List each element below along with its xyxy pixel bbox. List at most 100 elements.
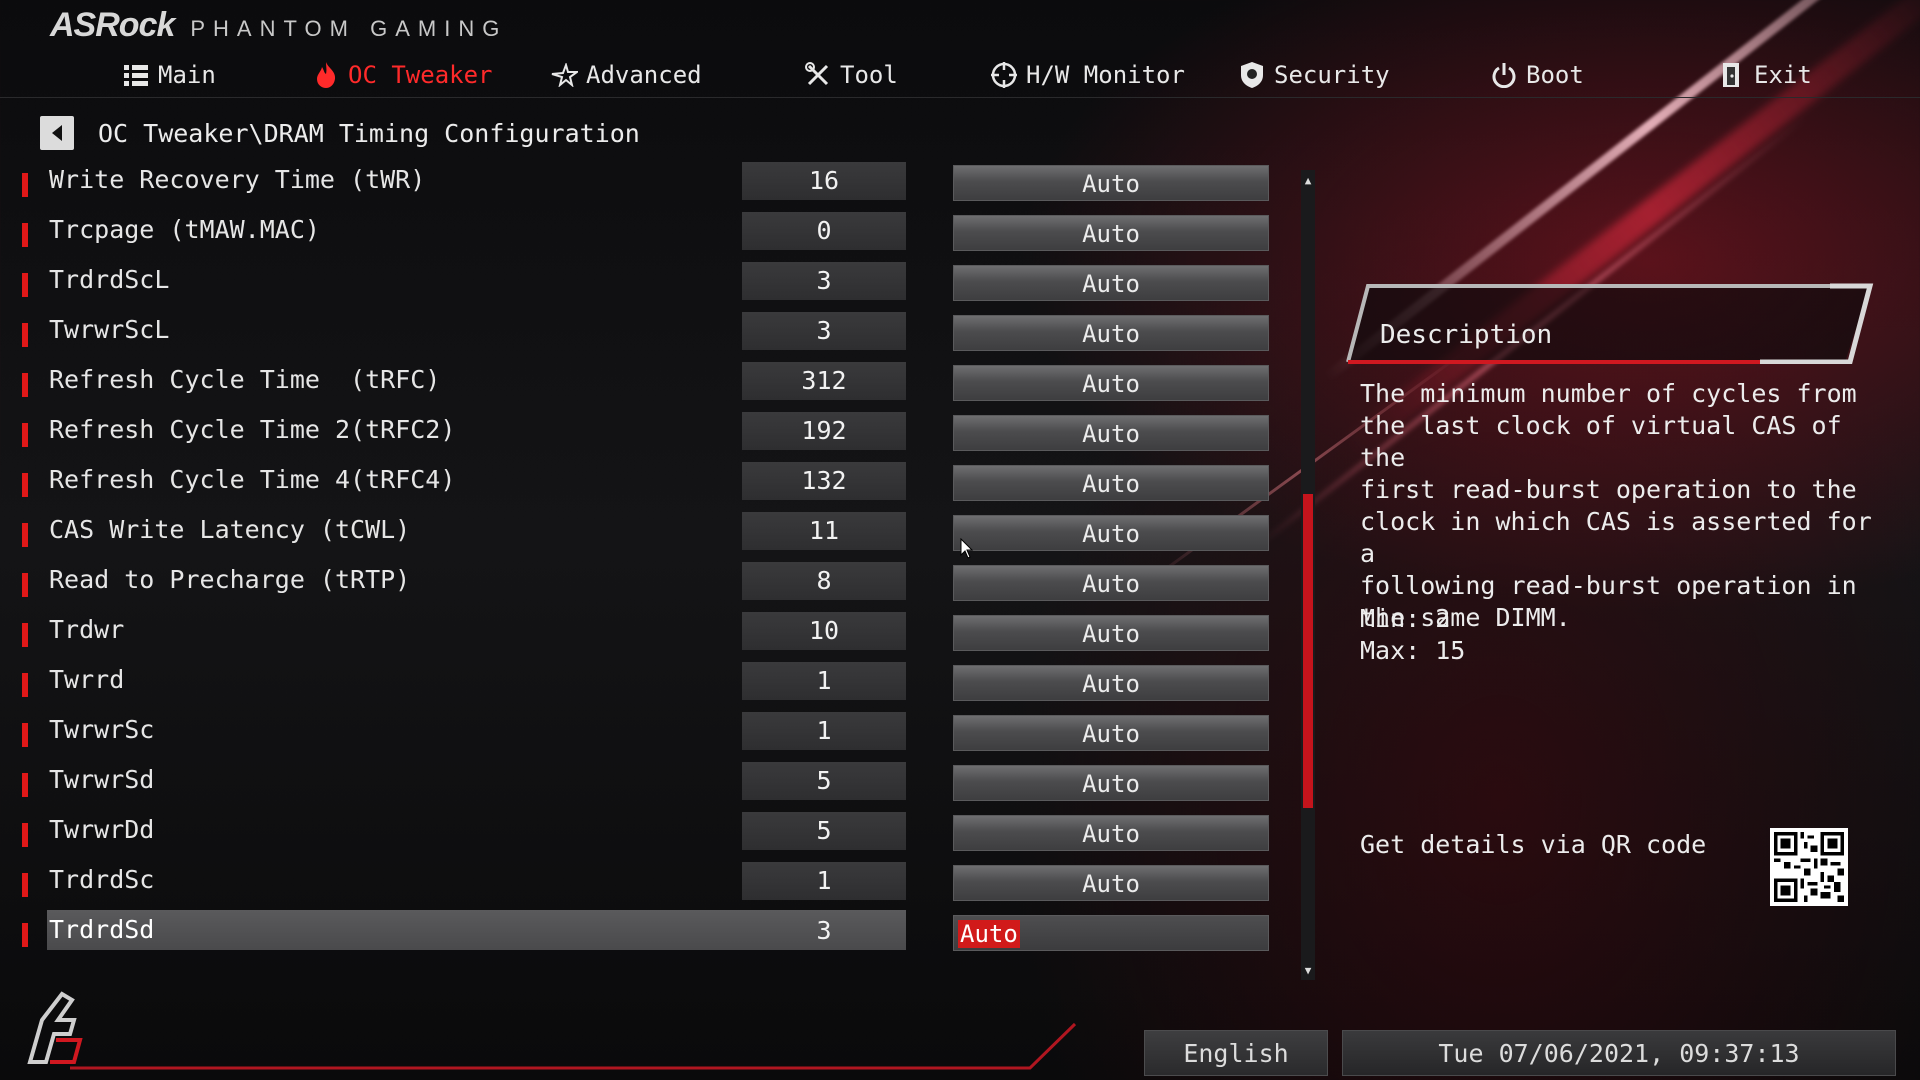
setting-row[interactable]: TwrwrSd 5 Auto: [0, 760, 1290, 810]
back-arrow-icon: [52, 125, 62, 141]
setting-row[interactable]: Refresh Cycle Time 2(tRFC2) 192 Auto: [0, 410, 1290, 460]
back-button[interactable]: [40, 116, 74, 150]
setting-label[interactable]: Refresh Cycle Time (tRFC): [49, 360, 440, 400]
scrollbar[interactable]: ▲ ▼: [1301, 170, 1315, 980]
setting-option-select[interactable]: Auto: [953, 315, 1269, 351]
setting-label[interactable]: TwrwrDd: [49, 810, 154, 850]
setting-option-select[interactable]: Auto: [953, 565, 1269, 601]
breadcrumb-path: OC Tweaker\DRAM Timing Configuration: [98, 118, 640, 148]
setting-label[interactable]: Refresh Cycle Time 2(tRFC2): [49, 410, 455, 450]
tab-boot-label: Boot: [1526, 61, 1584, 89]
mouse-cursor-icon: [960, 538, 974, 559]
setting-option-select[interactable]: Auto: [953, 765, 1269, 801]
setting-label[interactable]: Trdwr: [49, 610, 124, 650]
tab-security[interactable]: Security: [1238, 52, 1390, 98]
setting-current-value: 0: [742, 212, 906, 250]
setting-row[interactable]: CAS Write Latency (tCWL) 11 Auto: [0, 510, 1290, 560]
setting-label[interactable]: Write Recovery Time (tWR): [49, 160, 425, 200]
crosshair-icon: [990, 61, 1018, 89]
setting-row[interactable]: Trcpage (tMAW.MAC) 0 Auto: [0, 210, 1290, 260]
setting-option-select[interactable]: Auto: [953, 365, 1269, 401]
tab-oc-tweaker-label: OC Tweaker: [348, 61, 493, 89]
row-marker: [22, 423, 28, 447]
setting-label[interactable]: Refresh Cycle Time 4(tRFC4): [49, 460, 455, 500]
brand-subtitle: PHANTOM GAMING: [190, 16, 508, 41]
setting-current-value: 1: [742, 862, 906, 900]
scrollbar-thumb[interactable]: [1303, 494, 1313, 808]
row-marker: [22, 373, 28, 397]
row-marker: [22, 273, 28, 297]
setting-row[interactable]: TwrwrScL 3 Auto: [0, 310, 1290, 360]
setting-label[interactable]: Trcpage (tMAW.MAC): [49, 210, 320, 250]
tab-boot[interactable]: Boot: [1490, 52, 1584, 98]
setting-label[interactable]: TwrwrSc: [49, 710, 154, 750]
setting-option-select[interactable]: Auto: [953, 165, 1269, 201]
list-icon: [122, 61, 150, 89]
setting-row[interactable]: TrdrdSc 1 Auto: [0, 860, 1290, 910]
setting-row[interactable]: TwrwrSc 1 Auto: [0, 710, 1290, 760]
setting-current-value: 3: [742, 262, 906, 300]
row-marker: [22, 923, 28, 947]
setting-option-select[interactable]: Auto: [953, 265, 1269, 301]
setting-label[interactable]: CAS Write Latency (tCWL): [49, 510, 410, 550]
setting-option-select[interactable]: Auto: [953, 615, 1269, 651]
top-nav: Main OC Tweaker Advanced Tool H/W Monito…: [0, 52, 1920, 98]
setting-label[interactable]: TwrwrScL: [49, 310, 169, 350]
row-marker: [22, 823, 28, 847]
setting-current-value: 3: [816, 916, 832, 945]
scroll-up-arrow-icon[interactable]: ▲: [1301, 172, 1315, 188]
scroll-down-arrow-icon[interactable]: ▼: [1301, 962, 1315, 978]
setting-row[interactable]: Write Recovery Time (tWR) 16 Auto: [0, 160, 1290, 210]
row-marker: [22, 573, 28, 597]
tab-oc-tweaker[interactable]: OC Tweaker: [312, 52, 493, 98]
tab-exit[interactable]: Exit: [1718, 52, 1812, 98]
setting-current-value: 10: [742, 612, 906, 650]
row-marker: [22, 723, 28, 747]
setting-row[interactable]: Trdwr 10 Auto: [0, 610, 1290, 660]
setting-label[interactable]: TwrwrSd: [49, 760, 154, 800]
setting-option-select[interactable]: Auto: [953, 815, 1269, 851]
setting-option-select[interactable]: Auto: [953, 515, 1269, 551]
language-button[interactable]: English: [1144, 1030, 1328, 1076]
setting-current-value: 132: [742, 462, 906, 500]
row-marker: [22, 623, 28, 647]
exit-icon: [1718, 61, 1746, 89]
setting-row[interactable]: Read to Precharge (tRTP) 8 Auto: [0, 560, 1290, 610]
setting-row[interactable]: Twrrd 1 Auto: [0, 660, 1290, 710]
setting-option-select[interactable]: Auto: [953, 415, 1269, 451]
tab-tool[interactable]: Tool: [804, 52, 898, 98]
description-min: Min: 2: [1360, 604, 1451, 633]
setting-label[interactable]: TrdrdSd: [49, 910, 154, 950]
setting-label[interactable]: TrdrdScL: [49, 260, 169, 300]
description-title: Description: [1380, 320, 1553, 350]
setting-row[interactable]: TwrwrDd 5 Auto: [0, 810, 1290, 860]
setting-current-value: 8: [742, 562, 906, 600]
setting-current-value: 192: [742, 412, 906, 450]
tab-hw-monitor[interactable]: H/W Monitor: [990, 52, 1185, 98]
setting-option-select[interactable]: Auto: [953, 465, 1269, 501]
tools-icon: [804, 61, 832, 89]
setting-current-value: 1: [742, 662, 906, 700]
setting-option-select[interactable]: Auto: [953, 715, 1269, 751]
setting-option-select[interactable]: Auto: [953, 215, 1269, 251]
qr-caption: Get details via QR code: [1360, 830, 1707, 859]
description-max: Max: 15: [1360, 636, 1466, 665]
setting-label[interactable]: Twrrd: [49, 660, 124, 700]
setting-current-value: 1: [742, 712, 906, 750]
setting-row-selected[interactable]: TrdrdSd 3 Auto: [0, 910, 1290, 960]
setting-label[interactable]: TrdrdSc: [49, 860, 154, 900]
setting-row[interactable]: Refresh Cycle Time 4(tRFC4) 132 Auto: [0, 460, 1290, 510]
qr-code: [1770, 828, 1848, 906]
setting-label[interactable]: Read to Precharge (tRTP): [49, 560, 410, 600]
tab-main[interactable]: Main: [122, 52, 216, 98]
setting-current-value: 11: [742, 512, 906, 550]
setting-option-select[interactable]: Auto: [953, 865, 1269, 901]
setting-option-text: Auto: [958, 920, 1020, 948]
star-icon: [550, 61, 578, 89]
setting-option-select[interactable]: Auto: [953, 915, 1269, 951]
tab-advanced[interactable]: Advanced: [550, 52, 702, 98]
row-marker: [22, 523, 28, 547]
setting-option-select[interactable]: Auto: [953, 665, 1269, 701]
setting-row[interactable]: Refresh Cycle Time (tRFC) 312 Auto: [0, 360, 1290, 410]
setting-row[interactable]: TrdrdScL 3 Auto: [0, 260, 1290, 310]
